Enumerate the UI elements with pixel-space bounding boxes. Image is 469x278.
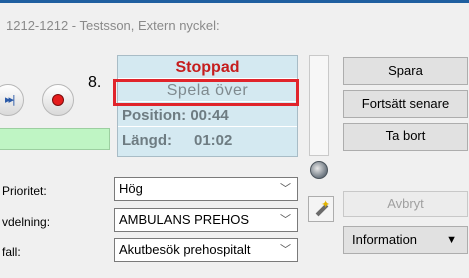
priority-select[interactable]: Hög ﹀	[114, 177, 298, 201]
magic-wand-button[interactable]: ✦	[308, 196, 334, 222]
record-icon	[52, 94, 64, 106]
next-track-icon: ▸▸|	[5, 93, 16, 106]
status-state: Stoppad	[118, 56, 297, 79]
record-button[interactable]	[42, 84, 74, 116]
department-label: vdelning:	[2, 215, 51, 229]
window-top-border	[0, 0, 469, 3]
position-readout: Position: 00:44	[118, 104, 297, 127]
length-label: Längd:	[122, 132, 172, 149]
window-title: 1212-1212 - Testsson, Extern nyckel:	[6, 18, 220, 33]
chevron-down-icon: ﹀	[280, 243, 291, 256]
department-value: AMBULANS PREHOS	[119, 212, 250, 227]
status-panel: Stoppad Spela över Position: 00:44 Längd…	[117, 55, 298, 157]
chevron-down-icon: ﹀	[280, 213, 291, 226]
cancel-button[interactable]: Avbryt	[343, 191, 468, 217]
next-track-button[interactable]: ▸▸|	[0, 84, 24, 116]
case-select[interactable]: Akutbesök prehospitalt ﹀	[114, 238, 298, 262]
recording-level-bar	[0, 128, 110, 150]
case-label: fall:	[2, 245, 21, 259]
priority-label: Prioritet:	[2, 184, 47, 198]
length-readout: Längd: 01:02	[118, 129, 297, 152]
information-button[interactable]: Information ▼	[343, 226, 468, 254]
length-value: 01:02	[194, 132, 233, 149]
sparkle-icon: ✦	[321, 199, 331, 211]
delete-button[interactable]: Ta bort	[343, 123, 468, 151]
department-select[interactable]: AMBULANS PREHOS ﹀	[114, 208, 298, 232]
save-button[interactable]: Spara	[343, 57, 468, 85]
case-value: Akutbesök prehospitalt	[119, 242, 251, 257]
chevron-down-icon: ﹀	[280, 182, 291, 195]
priority-value: Hög	[119, 181, 143, 196]
volume-slider-track[interactable]	[309, 55, 329, 156]
dropdown-arrow-icon: ▼	[446, 234, 457, 246]
step-number: 8.	[88, 74, 102, 91]
phone-icon	[310, 161, 328, 179]
continue-later-button[interactable]: Fortsätt senare	[343, 90, 468, 118]
information-label: Information	[352, 232, 418, 247]
phone-button[interactable]	[308, 160, 332, 184]
highlight-box	[113, 79, 299, 106]
